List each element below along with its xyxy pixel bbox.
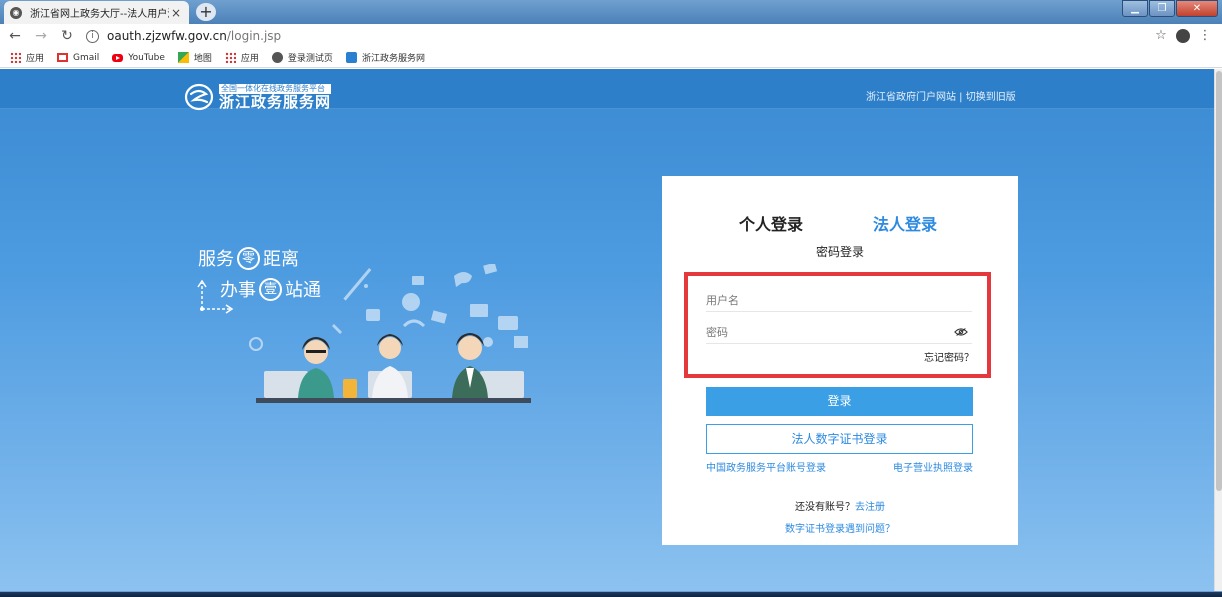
- apps-icon: [10, 52, 21, 63]
- bookmark-apps-2[interactable]: 应用: [224, 51, 259, 64]
- logo-tagline: 全国一体化在线政务服务平台: [219, 83, 332, 94]
- site-header: 全国一体化在线政务服务平台 浙江政务服务网 浙江省政府门户网站 | 切换到旧版: [0, 69, 1214, 111]
- gmail-icon: [57, 53, 69, 62]
- logo-swirl-icon: [184, 83, 214, 111]
- bookmarks-bar: 应用 Gmail YouTube 地图 应用 登录测试页 浙江政务服务网: [0, 48, 1222, 68]
- password-input[interactable]: [706, 326, 936, 339]
- digital-cert-login-button[interactable]: 法人数字证书登录: [706, 424, 973, 454]
- register-link[interactable]: 去注册: [855, 502, 885, 513]
- reload-icon[interactable]: ↻: [56, 25, 78, 47]
- bookmark-apps[interactable]: 应用: [10, 51, 44, 64]
- portal-link[interactable]: 浙江省政府门户网站: [866, 92, 956, 103]
- eye-icon[interactable]: [954, 327, 968, 337]
- bookmark-zjzwfw[interactable]: 浙江政务服务网: [345, 51, 425, 64]
- tab-title: 浙江省网上政务大厅--法人用户注: [30, 9, 169, 20]
- header-links: 浙江省政府门户网站 | 切换到旧版: [866, 88, 1016, 103]
- apps-icon: [224, 52, 236, 63]
- page-scrollbar[interactable]: [1214, 69, 1222, 591]
- minimize-button[interactable]: ▁: [1122, 0, 1148, 17]
- scroll-thumb[interactable]: [1216, 71, 1222, 491]
- menu-dots-icon[interactable]: ⋮: [1194, 26, 1216, 46]
- register-line: 还没有账号？去注册: [662, 498, 1018, 513]
- cert-help-link[interactable]: 数字证书登录遇到问题？: [662, 520, 1018, 535]
- login-card: 个人登录 法人登录 密码登录 忘记密码？ 登录 法人数字证书登录 中国政务服务平…: [662, 176, 1018, 545]
- tab-personal-login[interactable]: 个人登录: [739, 211, 803, 235]
- forgot-password-link[interactable]: 忘记密码？: [924, 349, 974, 364]
- no-account-text: 还没有账号？: [795, 502, 855, 513]
- username-input[interactable]: [706, 294, 936, 307]
- link-separator: |: [956, 92, 966, 103]
- browser-toolbar: ← → ↻ i oauth.zjzwfw.gov.cn/login.jsp ☆ …: [0, 24, 1222, 48]
- window-controls: ▁ ❐ ✕: [1121, 0, 1218, 17]
- info-icon[interactable]: i: [86, 29, 99, 43]
- national-platform-login-link[interactable]: 中国政务服务平台账号登录: [706, 459, 826, 474]
- maps-icon: [177, 52, 189, 63]
- login-button[interactable]: 登录: [706, 387, 973, 416]
- bookmark-maps[interactable]: 地图: [177, 51, 212, 64]
- star-icon[interactable]: ☆: [1150, 26, 1172, 46]
- browser-tab[interactable]: ◉ 浙江省网上政务大厅--法人用户注 ×: [4, 1, 189, 24]
- forward-arrow-icon[interactable]: →: [30, 25, 52, 47]
- bookmark-login-test[interactable]: 登录测试页: [271, 51, 333, 64]
- browser-tabstrip: ◉ 浙江省网上政务大厅--法人用户注 × + ▁ ❐ ✕: [0, 0, 1222, 24]
- logo-name: 浙江政务服务网: [219, 92, 332, 111]
- maximize-button[interactable]: ❐: [1149, 0, 1175, 17]
- globe-icon: ◉: [10, 6, 22, 19]
- bookmark-youtube[interactable]: YouTube: [112, 53, 165, 63]
- password-field[interactable]: [706, 322, 972, 344]
- slogan-arrow-icon: [197, 279, 234, 314]
- password-login-subtitle: 密码登录: [815, 245, 864, 259]
- url-path: /login.jsp: [226, 29, 282, 43]
- globe-icon: [271, 52, 283, 63]
- username-field[interactable]: [706, 290, 972, 312]
- window-close-button[interactable]: ✕: [1176, 0, 1218, 17]
- service-staff-illustration: [249, 264, 531, 403]
- toolbar-right: ☆ ⋮: [1150, 26, 1216, 46]
- address-bar[interactable]: i oauth.zjzwfw.gov.cn/login.jsp: [86, 26, 1166, 46]
- page-content: 全国一体化在线政务服务平台 浙江政务服务网 浙江省政府门户网站 | 切换到旧版 …: [0, 69, 1214, 591]
- os-taskbar: [0, 591, 1222, 597]
- site-logo[interactable]: 全国一体化在线政务服务平台 浙江政务服务网: [184, 83, 332, 111]
- url-domain: oauth.zjzwfw.gov.cn: [107, 29, 227, 43]
- youtube-icon: [112, 53, 124, 62]
- tab-corporate-login[interactable]: 法人登录: [873, 211, 937, 235]
- bookmark-gmail[interactable]: Gmail: [57, 53, 99, 63]
- business-license-login-link[interactable]: 电子营业执照登录: [893, 459, 973, 474]
- profile-icon[interactable]: [1172, 26, 1194, 46]
- new-tab-button[interactable]: +: [196, 3, 216, 21]
- close-icon[interactable]: ×: [169, 6, 183, 20]
- back-arrow-icon[interactable]: ←: [4, 25, 26, 47]
- old-version-link[interactable]: 切换到旧版: [966, 92, 1016, 103]
- zjzwfw-icon: [345, 52, 357, 63]
